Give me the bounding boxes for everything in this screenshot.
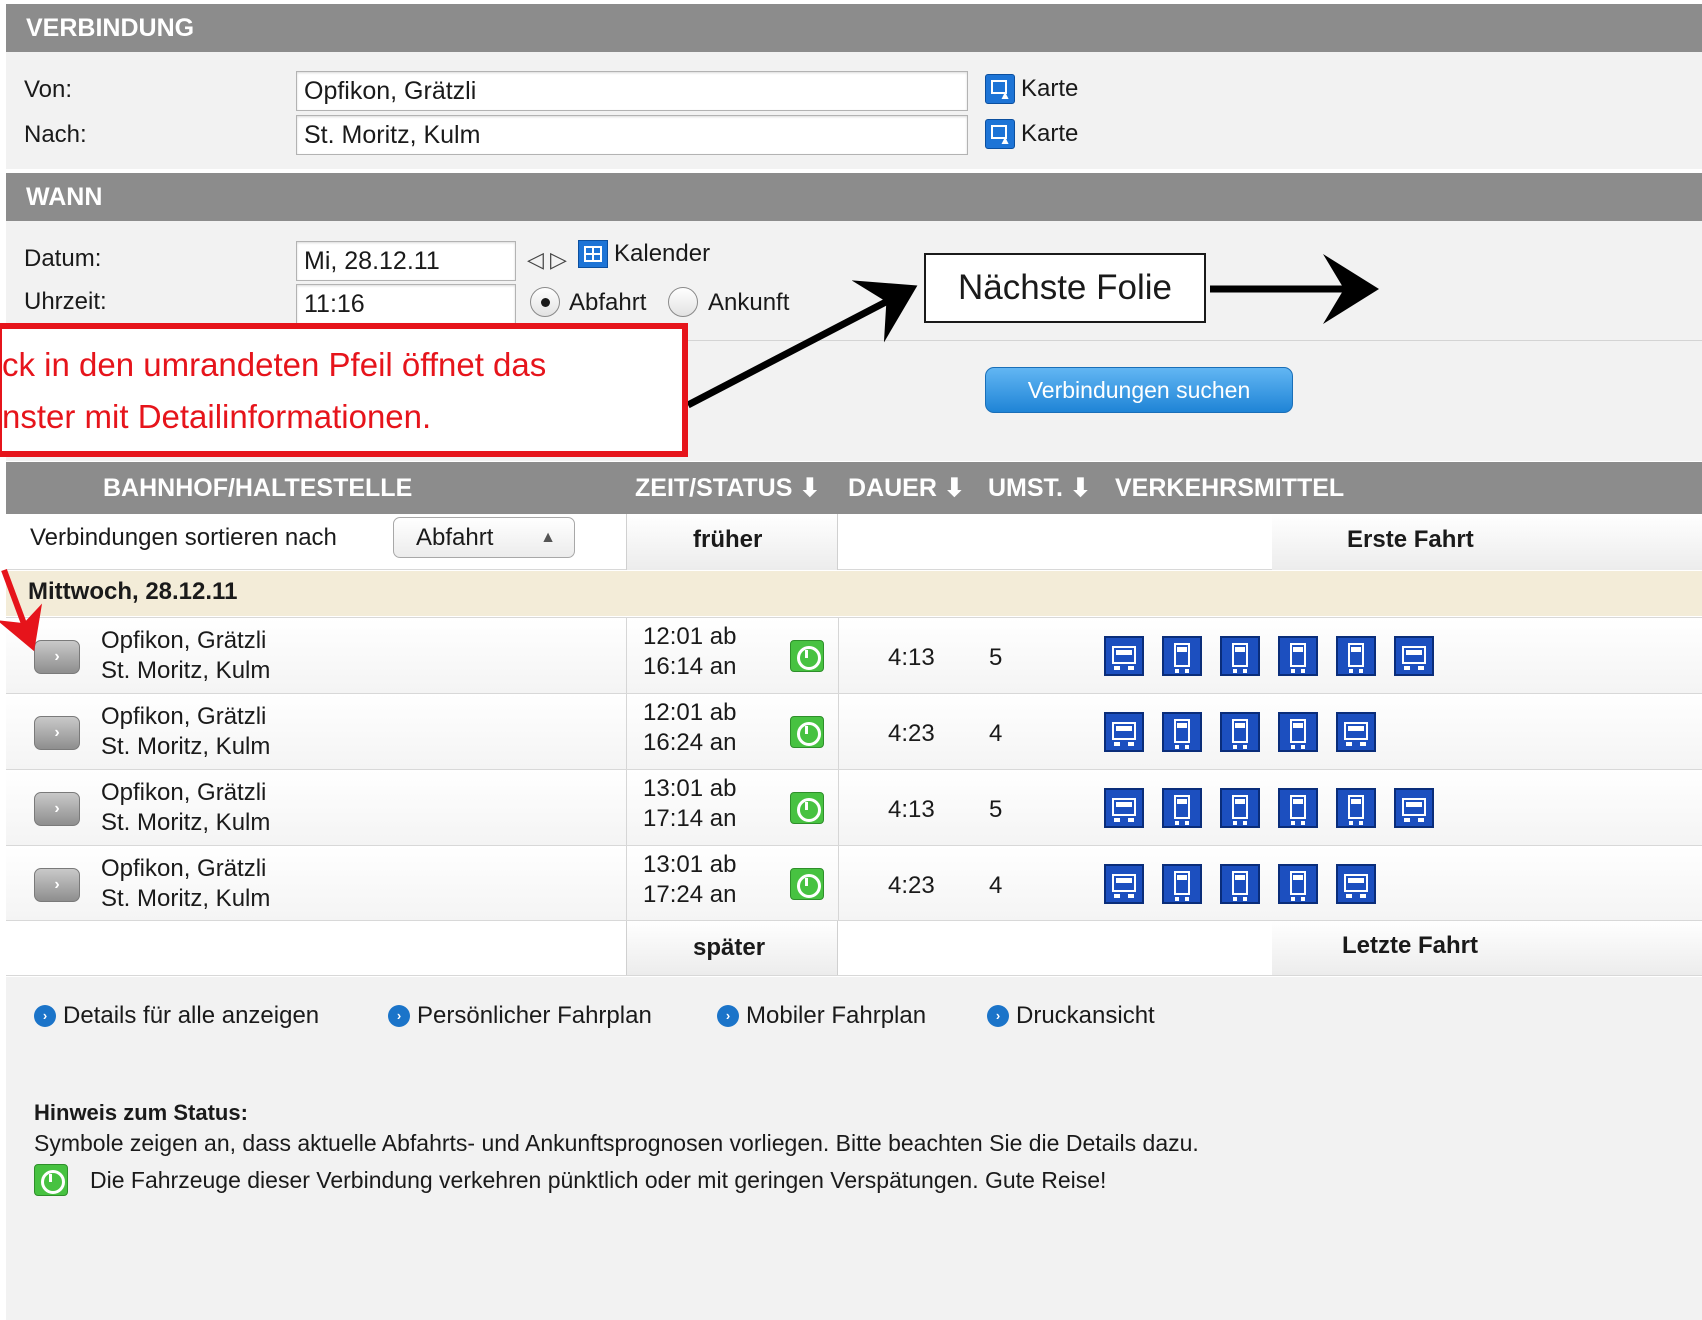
red-callout-line2: nster mit Detailinformationen. <box>2 398 432 435</box>
annotation-arrow-to-box <box>686 280 918 409</box>
annotation-arrows <box>0 254 1379 652</box>
red-annotation-callout: ck in den umrandeten Pfeil öffnet das ns… <box>0 323 688 457</box>
red-callout-line1: ck in den umrandeten Pfeil öffnet das <box>2 346 547 383</box>
annotation-arrow-red <box>0 568 43 652</box>
next-slide-box[interactable]: Nächste Folie <box>924 253 1206 323</box>
